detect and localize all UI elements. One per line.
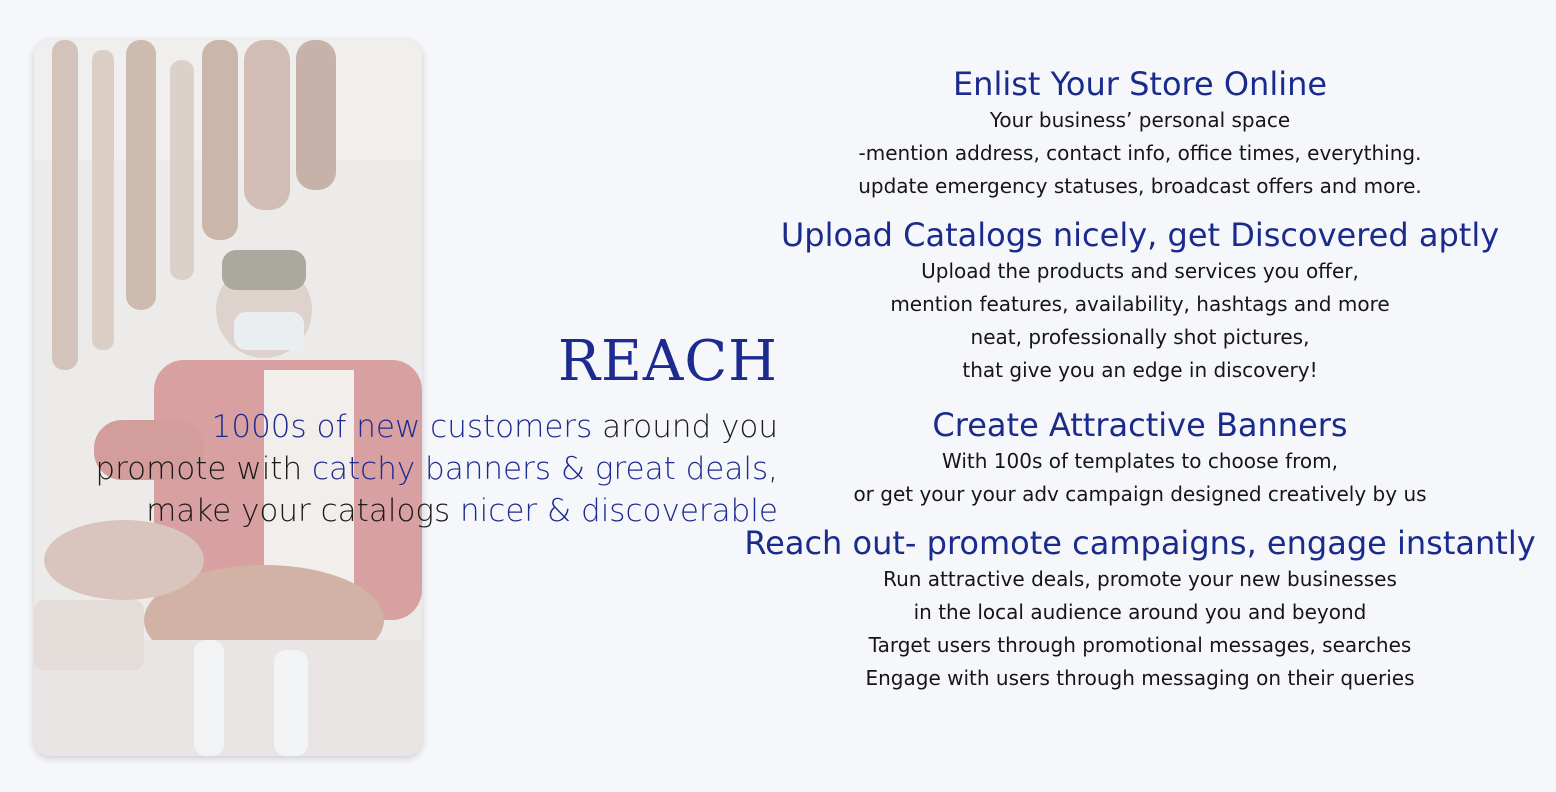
feature-title: Create Attractive Banners bbox=[932, 406, 1348, 444]
feature-line: With 100s of templates to choose from, bbox=[942, 449, 1338, 473]
feature-line: or get your your adv campaign designed c… bbox=[853, 482, 1427, 506]
reach-line-1: 1000s of new customers around you bbox=[95, 406, 778, 448]
feature-line: Your business’ personal space bbox=[989, 108, 1291, 132]
reach-line-1-highlight: 1000s of new customers bbox=[211, 409, 593, 445]
feature-line: in the local audience around you and bey… bbox=[913, 600, 1367, 624]
feature-reach-out: Reach out- promote campaigns, engage ins… bbox=[730, 523, 1550, 695]
feature-line: neat, professionally shot pictures, bbox=[970, 325, 1310, 349]
features-list: Enlist Your Store Online Your business’ … bbox=[730, 64, 1550, 711]
feature-line: Engage with users through messaging on t… bbox=[865, 666, 1415, 690]
feature-title: Upload Catalogs nicely, get Discovered a… bbox=[780, 216, 1500, 254]
feature-line: Run attractive deals, promote your new b… bbox=[883, 567, 1397, 591]
feature-line: that give you an edge in discovery! bbox=[962, 358, 1318, 382]
feature-line: Target users through promotional message… bbox=[868, 633, 1412, 657]
feature-line: update emergency statuses, broadcast off… bbox=[858, 174, 1422, 198]
reach-title: REACH bbox=[557, 329, 778, 394]
feature-line: Upload the products and services you off… bbox=[921, 259, 1359, 283]
reach-block: REACH 1000s of new customers around you … bbox=[95, 330, 778, 532]
feature-title: Enlist Your Store Online bbox=[952, 65, 1328, 103]
feature-create-banners: Create Attractive Banners With 100s of t… bbox=[730, 405, 1550, 511]
reach-line-3: make your catalogs nicer & discoverable bbox=[95, 490, 778, 532]
reach-line-3-pre: make your catalogs bbox=[146, 493, 461, 529]
feature-line: -mention address, contact info, office t… bbox=[858, 141, 1422, 165]
reach-line-2-pre: promote with bbox=[95, 451, 312, 487]
page: REACH 1000s of new customers around you … bbox=[0, 0, 1556, 792]
feature-upload-catalogs: Upload Catalogs nicely, get Discovered a… bbox=[730, 215, 1550, 387]
reach-line-2-highlight: catchy banners & great deals bbox=[311, 451, 769, 487]
feature-title: Reach out- promote campaigns, engage ins… bbox=[744, 524, 1536, 562]
feature-line: mention features, availability, hashtags… bbox=[890, 292, 1390, 316]
feature-enlist-store: Enlist Your Store Online Your business’ … bbox=[730, 64, 1550, 203]
reach-line-2: promote with catchy banners & great deal… bbox=[95, 448, 778, 490]
